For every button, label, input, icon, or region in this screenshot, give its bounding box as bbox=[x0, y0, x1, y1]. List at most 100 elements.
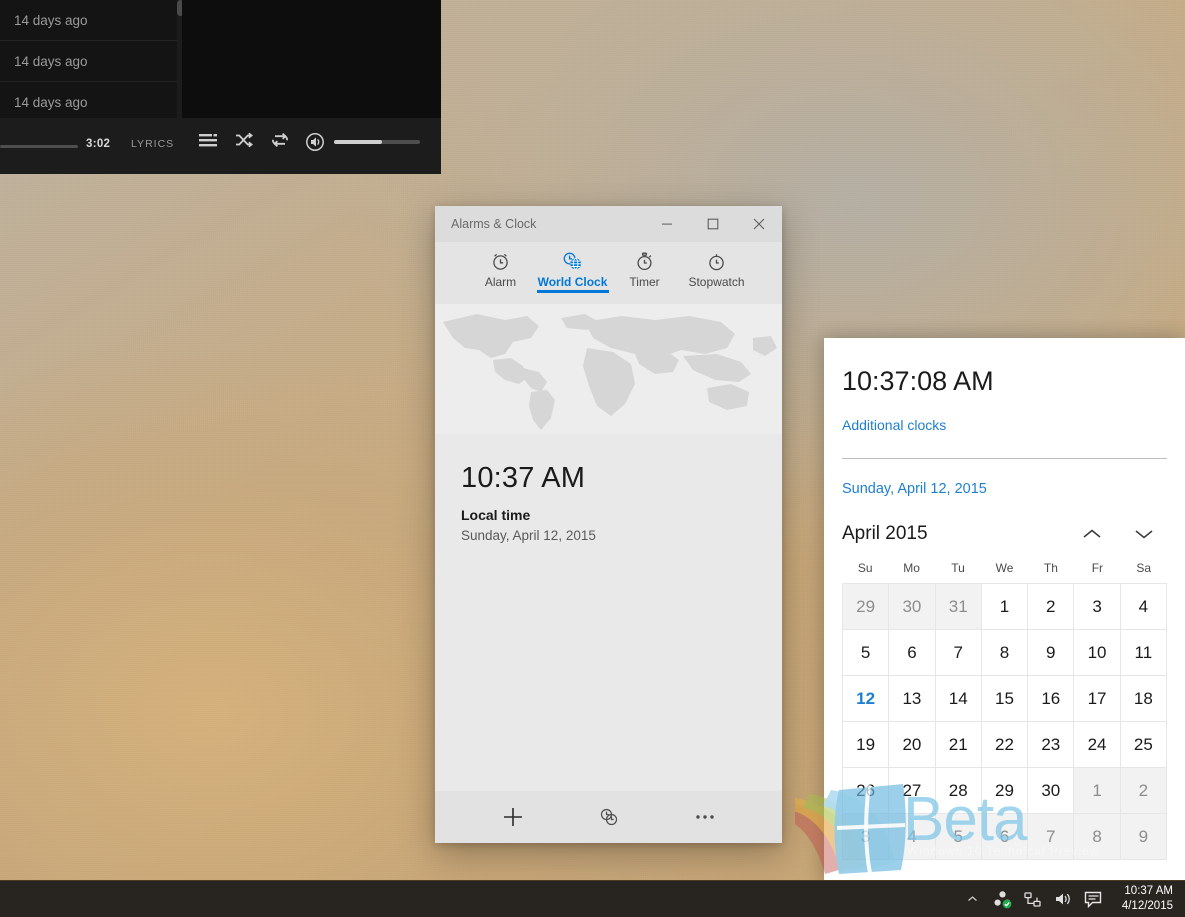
minimize-button[interactable] bbox=[644, 206, 690, 242]
list-item[interactable]: 14 days ago bbox=[0, 41, 182, 82]
calendar-day[interactable]: 4 bbox=[889, 814, 936, 860]
media-player-window[interactable]: 14 days ago 14 days ago 14 days ago 3:02… bbox=[0, 0, 441, 174]
calendar-day[interactable]: 2 bbox=[1028, 584, 1075, 630]
action-center-icon[interactable] bbox=[1078, 881, 1108, 917]
local-clock-card[interactable]: 10:37 AM Local time Sunday, April 12, 20… bbox=[435, 434, 782, 543]
alarms-and-clock-window[interactable]: Alarms & Clock Alarm World Clock Timer S… bbox=[435, 206, 782, 843]
additional-clocks-link[interactable]: Additional clocks bbox=[824, 397, 1185, 433]
calendar-day[interactable]: 7 bbox=[935, 630, 982, 676]
calendar-day[interactable]: 19 bbox=[843, 722, 890, 768]
calendar-day-today[interactable]: 12 bbox=[843, 676, 890, 722]
calendar-day[interactable]: 30 bbox=[1028, 768, 1075, 814]
app-command-bar bbox=[435, 791, 782, 843]
calendar-day[interactable]: 2 bbox=[1120, 768, 1167, 814]
timer-icon bbox=[634, 250, 655, 272]
world-map[interactable] bbox=[435, 304, 782, 434]
repeat-icon[interactable] bbox=[270, 130, 290, 150]
calendar-day[interactable]: 10 bbox=[1074, 630, 1121, 676]
flyout-clock: 10:37:08 AM bbox=[842, 366, 994, 396]
day-header: Sa bbox=[1136, 561, 1152, 575]
calendar-day[interactable]: 4 bbox=[1120, 584, 1167, 630]
taskbar[interactable]: 10:37 AM 4/12/2015 bbox=[0, 880, 1185, 917]
tab-active-underline bbox=[536, 290, 609, 293]
calendar-day[interactable]: 25 bbox=[1120, 722, 1167, 768]
local-time: 10:37 AM bbox=[461, 462, 586, 494]
calendar-day[interactable]: 21 bbox=[935, 722, 982, 768]
calendar-day[interactable]: 14 bbox=[935, 676, 982, 722]
calendar-day[interactable]: 13 bbox=[889, 676, 936, 722]
app-tab-bar[interactable]: Alarm World Clock Timer Stopwatch bbox=[435, 242, 782, 304]
tab-world-clock[interactable]: World Clock bbox=[536, 248, 609, 293]
calendar-day[interactable]: 29 bbox=[981, 768, 1029, 814]
calendar-day[interactable]: 3 bbox=[1074, 584, 1121, 630]
calendar-day[interactable]: 15 bbox=[981, 676, 1029, 722]
world-clock-icon bbox=[561, 250, 584, 272]
volume-control[interactable] bbox=[305, 132, 420, 152]
calendar-day[interactable]: 6 bbox=[889, 630, 936, 676]
chevron-up-icon[interactable] bbox=[958, 881, 988, 917]
calendar-day[interactable]: 22 bbox=[981, 722, 1029, 768]
calendar-day[interactable]: 24 bbox=[1074, 722, 1121, 768]
volume-icon[interactable] bbox=[305, 132, 325, 152]
flyout-current-date[interactable]: Sunday, April 12, 2015 bbox=[824, 459, 1185, 497]
calendar-day[interactable]: 17 bbox=[1074, 676, 1121, 722]
alarm-clock-icon bbox=[490, 250, 511, 272]
clock-calendar-flyout[interactable]: 10:37:08 AM Additional clocks Sunday, Ap… bbox=[824, 338, 1185, 883]
seek-bar[interactable] bbox=[0, 145, 78, 148]
calendar-day[interactable]: 18 bbox=[1120, 676, 1167, 722]
calendar-day[interactable]: 23 bbox=[1028, 722, 1075, 768]
maximize-button[interactable] bbox=[690, 206, 736, 242]
calendar-day[interactable]: 3 bbox=[843, 814, 890, 860]
calendar-day[interactable]: 16 bbox=[1028, 676, 1075, 722]
window-titlebar[interactable]: Alarms & Clock bbox=[435, 206, 782, 242]
calendar-day[interactable]: 7 bbox=[1028, 814, 1075, 860]
media-player-track-list[interactable]: 14 days ago 14 days ago 14 days ago bbox=[0, 0, 182, 123]
track-age: 14 days ago bbox=[14, 94, 88, 110]
taskbar-clock-date: 4/12/2015 bbox=[1121, 900, 1173, 912]
up-chevron-icon[interactable] bbox=[1077, 521, 1107, 547]
calendar-grid[interactable]: 29 30 31 1 2 3 4 5 6 7 8 9 10 11 12 13 14 15 16 17 18 19 20 21 2… bbox=[842, 583, 1167, 860]
down-chevron-icon[interactable] bbox=[1129, 521, 1159, 547]
track-age: 14 days ago bbox=[14, 53, 88, 69]
sync-icon[interactable] bbox=[988, 881, 1018, 917]
tab-timer[interactable]: Timer bbox=[609, 248, 681, 289]
tab-alarm[interactable]: Alarm bbox=[465, 248, 537, 289]
calendar-day[interactable]: 8 bbox=[1074, 814, 1121, 860]
stopwatch-icon bbox=[706, 250, 727, 272]
tab-stopwatch[interactable]: Stopwatch bbox=[681, 248, 753, 289]
taskbar-clock[interactable]: 10:37 AM 4/12/2015 bbox=[1114, 884, 1185, 914]
list-item[interactable]: 14 days ago bbox=[0, 0, 182, 41]
more-options-button[interactable] bbox=[685, 800, 725, 834]
calendar-day[interactable]: 9 bbox=[1028, 630, 1075, 676]
calendar-day[interactable]: 27 bbox=[889, 768, 936, 814]
media-player-detail-pane bbox=[182, 0, 441, 118]
calendar-day[interactable]: 5 bbox=[935, 814, 982, 860]
calendar-day[interactable]: 29 bbox=[843, 584, 890, 630]
calendar-day[interactable]: 9 bbox=[1120, 814, 1167, 860]
calendar-day[interactable]: 31 bbox=[935, 584, 982, 630]
calendar-day[interactable]: 5 bbox=[843, 630, 890, 676]
calendar-day[interactable]: 30 bbox=[889, 584, 936, 630]
calendar-day[interactable]: 28 bbox=[935, 768, 982, 814]
lyrics-button[interactable]: LYRICS bbox=[131, 138, 174, 150]
volume-slider[interactable] bbox=[334, 140, 420, 144]
calendar-day[interactable]: 26 bbox=[843, 768, 890, 814]
calendar-day[interactable]: 1 bbox=[1074, 768, 1121, 814]
calendar-day[interactable]: 8 bbox=[981, 630, 1029, 676]
close-button[interactable] bbox=[736, 206, 782, 242]
list-item[interactable]: 14 days ago bbox=[0, 82, 182, 123]
compare-clocks-button[interactable] bbox=[589, 800, 629, 834]
shuffle-icon[interactable] bbox=[234, 130, 254, 150]
queue-icon[interactable] bbox=[198, 130, 218, 150]
tab-label: Timer bbox=[629, 275, 660, 289]
calendar-day[interactable]: 20 bbox=[889, 722, 936, 768]
calendar-day[interactable]: 11 bbox=[1120, 630, 1167, 676]
day-header: Mo bbox=[903, 561, 920, 575]
add-clock-button[interactable] bbox=[493, 800, 533, 834]
network-icon[interactable] bbox=[1018, 881, 1048, 917]
system-tray[interactable] bbox=[958, 881, 1114, 917]
calendar-day[interactable]: 1 bbox=[981, 584, 1029, 630]
calendar-month-label[interactable]: April 2015 bbox=[842, 523, 1077, 545]
speaker-icon[interactable] bbox=[1048, 881, 1078, 917]
calendar-day[interactable]: 6 bbox=[981, 814, 1029, 860]
